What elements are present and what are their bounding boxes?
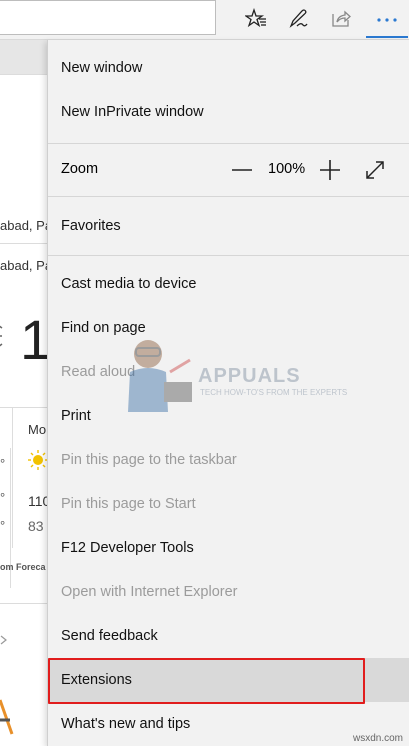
menu-item-print[interactable]: Print (48, 394, 409, 438)
zoom-value: 100% (268, 161, 306, 177)
divider (0, 243, 48, 244)
menu-item-new-window[interactable]: New window (48, 46, 409, 90)
degree-mark: ° (0, 490, 6, 505)
menu-item-open-ie[interactable]: Open with Internet Explorer (48, 570, 409, 614)
sun-icon (0, 316, 22, 361)
divider (0, 603, 48, 604)
degree-mark: ° (0, 456, 6, 471)
fullscreen-icon[interactable] (361, 156, 389, 184)
zoom-label: Zoom (61, 161, 99, 177)
watermark-brand: APPUALS (198, 365, 301, 387)
menu-item-cast-media[interactable]: Cast media to device (48, 262, 409, 306)
forecast-day: Mo (28, 422, 47, 437)
address-bar[interactable] (0, 0, 216, 35)
menu-separator (48, 255, 409, 256)
menu-separator (48, 143, 409, 144)
page-link-icon (0, 632, 8, 650)
zoom-in-icon[interactable] (316, 156, 344, 184)
weather-city: abad, Pa (0, 258, 53, 273)
menu-item-dev-tools[interactable]: F12 Developer Tools (48, 526, 409, 570)
menu-item-new-inprivate-window[interactable]: New InPrivate window (48, 90, 409, 134)
sun-small-icon (28, 450, 48, 475)
site-watermark: wsxdn.com (352, 733, 403, 744)
menu-separator (48, 196, 409, 197)
page-logo-fragment (0, 690, 14, 741)
menu-item-pin-start[interactable]: Pin this page to Start (48, 482, 409, 526)
forecast-source: om Foreca (0, 562, 46, 572)
menu-item-pin-taskbar[interactable]: Pin this page to the taskbar (48, 438, 409, 482)
favorites-star-icon[interactable] (242, 4, 270, 32)
watermark-tagline: TECH HOW-TO'S FROM THE EXPERTS (200, 388, 348, 397)
share-icon[interactable] (327, 4, 355, 32)
more-ellipsis-icon[interactable] (366, 4, 408, 38)
browser-toolbar (0, 0, 409, 40)
menu-item-favorites[interactable]: Favorites (48, 204, 409, 248)
highlight-box (48, 658, 365, 704)
menu-item-send-feedback[interactable]: Send feedback (48, 614, 409, 658)
degree-mark: ° (0, 518, 6, 533)
divider (0, 74, 48, 75)
forecast-low: 83 (28, 518, 44, 534)
menu-item-find-on-page[interactable]: Find on page (48, 306, 409, 350)
zoom-row: Zoom 100% (48, 150, 409, 190)
zoom-out-icon[interactable] (228, 156, 256, 184)
weather-city-label: abad, Pa (0, 218, 53, 233)
pen-notes-icon[interactable] (284, 4, 312, 32)
